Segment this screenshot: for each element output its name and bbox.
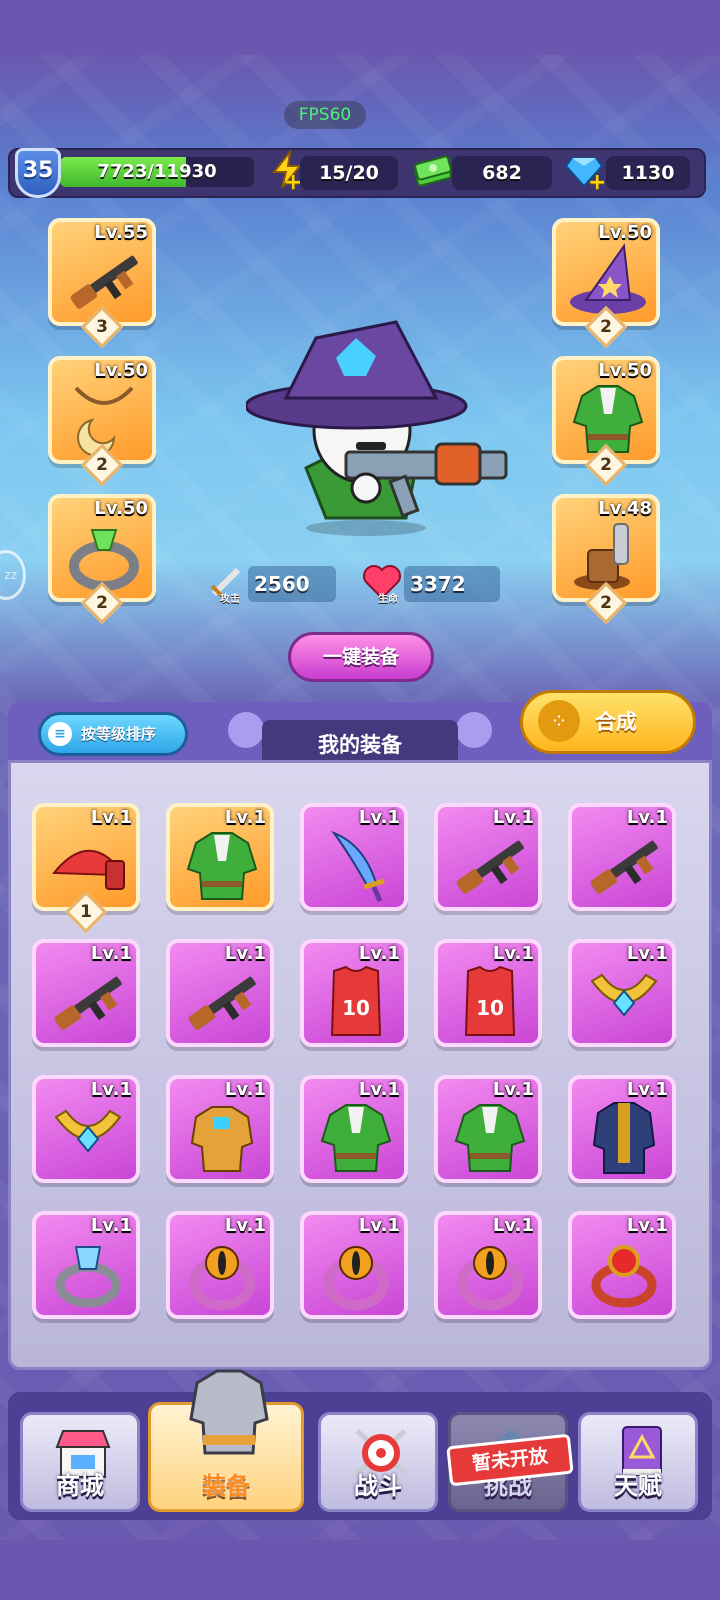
player-level-badge: 35 (15, 148, 61, 198)
xp-text: 7723/11930 (97, 161, 217, 182)
rifle-icon (590, 840, 658, 894)
cash-value: 682 (452, 156, 552, 190)
nav-shop[interactable]: 商城 (20, 1412, 140, 1512)
nav-talent[interactable]: 天赋 (578, 1412, 698, 1512)
inventory-item[interactable]: Lv.1 (300, 1211, 408, 1319)
crystal-ring-icon (55, 1246, 121, 1308)
gems-plus-icon[interactable]: + (588, 172, 606, 194)
energy-value: 15/20 (300, 156, 398, 190)
inventory-item[interactable]: Lv.1 (166, 1075, 274, 1183)
inventory-grid: Lv.1 1 Lv.1 Lv.1 Lv.1 Lv.1 Lv.1 Lv.1 Lv.1 10 Lv.1 1… (32, 803, 692, 1333)
inventory-item[interactable]: Lv.1 (568, 803, 676, 911)
gold-armor-icon (190, 1106, 254, 1172)
hp-value: 3372 (404, 566, 500, 602)
nav-battle[interactable]: 战斗 (318, 1412, 438, 1512)
inventory-item[interactable]: Lv.1 10 (434, 939, 542, 1047)
green-coat-icon (320, 1104, 392, 1172)
inventory-item[interactable]: Lv.1 (434, 803, 542, 911)
equip-slot-hat[interactable]: Lv.50 2 (552, 218, 660, 349)
inventory-item[interactable]: Lv.1 (568, 1211, 676, 1319)
inventory-item[interactable]: Lv.1 (32, 1211, 140, 1319)
equip-slot-armor[interactable]: Lv.50 2 (552, 356, 660, 487)
navigation-strip (0, 1540, 720, 1600)
inventory-item[interactable]: Lv.1 (434, 1211, 542, 1319)
inventory-item[interactable]: Lv.1 (32, 1075, 140, 1183)
green-coat-icon (454, 1104, 526, 1172)
nav-label: 天赋 (614, 1472, 662, 1500)
rifle-icon (54, 976, 122, 1030)
inventory-item[interactable]: Lv.1 (568, 939, 676, 1047)
fps-counter: FPS60 (284, 101, 366, 129)
green-coat-icon (186, 832, 258, 900)
hp-label: 生命 (378, 594, 398, 605)
equip-slot-necklace[interactable]: Lv.50 2 (48, 356, 156, 487)
nav-equipment[interactable]: 装备 (148, 1369, 304, 1512)
inventory-item[interactable]: Lv.1 (300, 803, 408, 911)
inventory-item[interactable]: Lv.1 (32, 939, 140, 1047)
nav-label: 装备 (202, 1472, 250, 1500)
equip-slot-ring[interactable]: Lv.50 2 (48, 494, 156, 625)
inventory-item[interactable]: Lv.1 (166, 939, 274, 1047)
jersey-icon: 10 (330, 965, 382, 1036)
rifle-icon (188, 976, 256, 1030)
inventory-item[interactable]: Lv.1 10 (300, 939, 408, 1047)
merge-icon: ⁘ (538, 700, 580, 742)
nav-label: 战斗 (354, 1472, 402, 1500)
inventory-item[interactable]: Lv.1 (434, 1075, 542, 1183)
inventory-item[interactable]: Lv.1 (568, 1075, 676, 1183)
equipment-screen: zz FPS60 7723/11930 35 + 15/20 682 + 113… (0, 0, 720, 1600)
dark-coat-icon (592, 1102, 656, 1174)
jersey-icon: 10 (464, 965, 516, 1036)
attack-label: 攻击 (220, 594, 240, 605)
sort-icon: ≡ (48, 722, 72, 746)
status-strip (0, 0, 720, 55)
ruby-ring-icon (591, 1245, 657, 1308)
eye-ring-icon (323, 1246, 389, 1310)
eye-ring-icon (189, 1246, 255, 1310)
tab-decoration (456, 712, 492, 748)
inventory-item[interactable]: Lv.1 (166, 1211, 274, 1319)
equip-slot-boots[interactable]: Lv.48 2 (552, 494, 660, 625)
equip-slot-weapon[interactable]: Lv.55 3 (48, 218, 156, 349)
attack-value: 2560 (248, 566, 336, 602)
equip-all-button[interactable]: 一键装备 (288, 632, 434, 682)
cash-stack-icon (414, 155, 452, 187)
rifle-icon (456, 840, 524, 894)
eye-ring-icon (457, 1246, 523, 1310)
nav-label: 商城 (56, 1472, 104, 1500)
svg-text:10: 10 (342, 996, 370, 1020)
gem-amulet-icon (54, 1109, 122, 1153)
gems-value: 1130 (606, 156, 690, 190)
inventory-item[interactable]: Lv.1 1 (32, 803, 140, 934)
inventory-item[interactable]: Lv.1 (300, 1075, 408, 1183)
svg-text:10: 10 (476, 996, 504, 1020)
xp-bar: 7723/11930 (60, 157, 254, 187)
tab-decoration (228, 712, 264, 748)
hero-character (246, 320, 508, 536)
dagger-icon (331, 830, 385, 902)
gem-amulet-icon (590, 973, 658, 1017)
inventory-item[interactable]: Lv.1 (166, 803, 274, 911)
armor-icon (189, 1369, 269, 1455)
